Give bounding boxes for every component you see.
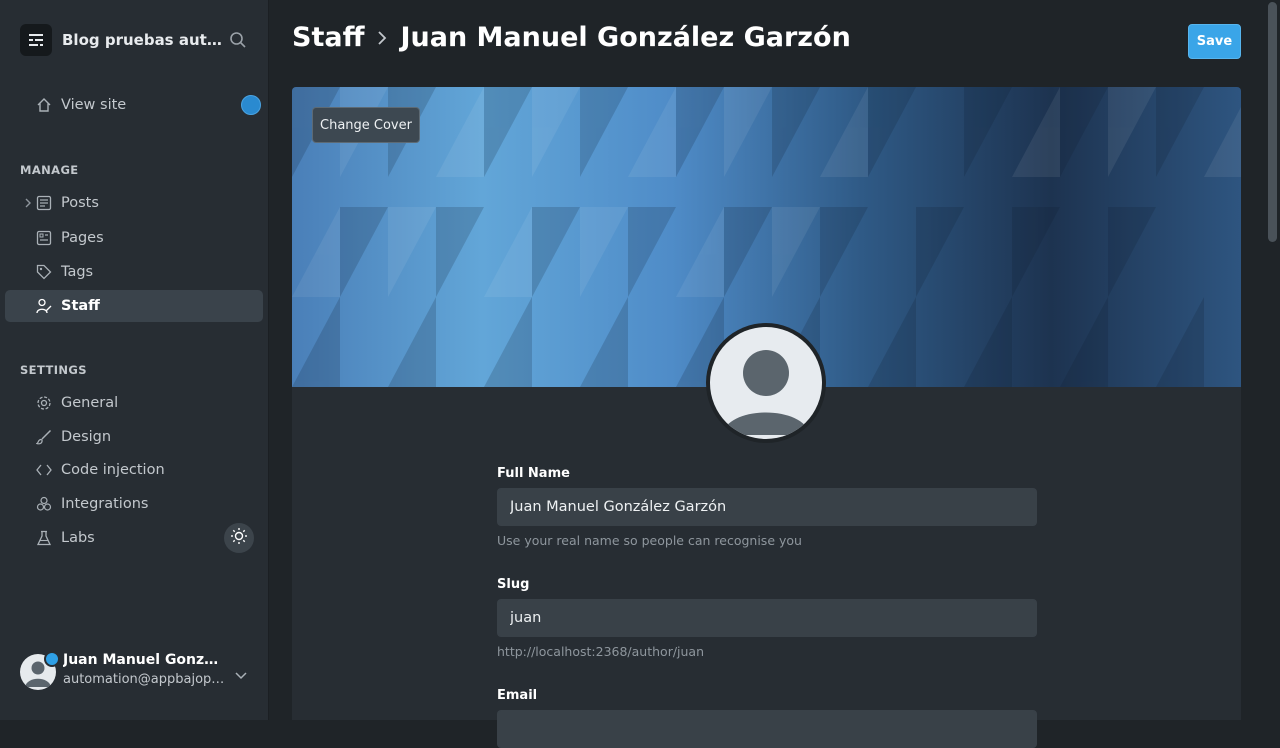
theme-toggle-button[interactable]	[224, 523, 254, 553]
view-site-label: View site	[61, 97, 127, 113]
sidebar-item-label: Code injection	[61, 462, 165, 478]
sidebar-item-design[interactable]: Design	[5, 421, 263, 453]
site-logo-icon	[20, 24, 52, 56]
chevron-right-icon	[376, 29, 388, 47]
sidebar-item-label: Design	[61, 429, 112, 445]
sidebar-item-label: Staff	[61, 298, 100, 314]
search-icon[interactable]	[229, 31, 247, 53]
full-name-input[interactable]	[497, 488, 1037, 526]
slug-url-hint: http://localhost:2368/author/juan	[497, 644, 705, 659]
sidebar-item-integrations[interactable]: Integrations	[5, 488, 263, 520]
full-name-hint: Use your real name so people can recogni…	[497, 533, 802, 548]
page-title: Juan Manuel González Garzón	[400, 22, 851, 53]
code-icon	[36, 462, 52, 478]
sidebar-item-label: Tags	[61, 264, 94, 280]
user-menu[interactable]: Juan Manuel Gonzále... automation@appbaj…	[20, 650, 260, 694]
chevron-down-icon[interactable]	[234, 666, 248, 685]
posts-icon	[36, 195, 52, 211]
sidebar-item-posts[interactable]: Posts	[5, 187, 263, 219]
breadcrumb-staff-link[interactable]: Staff	[292, 22, 364, 53]
view-site-status-dot	[241, 95, 261, 115]
email-input[interactable]	[497, 710, 1037, 748]
user-name: Juan Manuel Gonzále...	[63, 652, 225, 668]
sidebar-item-tags[interactable]: Tags	[5, 256, 263, 288]
slug-input[interactable]	[497, 599, 1037, 637]
sidebar-item-staff[interactable]: Staff	[5, 290, 263, 322]
slug-label: Slug	[497, 577, 530, 592]
integrations-icon	[36, 496, 52, 512]
sidebar: Blog pruebas auto... View site MANAGE Po…	[0, 0, 269, 720]
avatar-placeholder-icon	[710, 327, 822, 439]
sidebar-item-pages[interactable]: Pages	[5, 222, 263, 254]
site-title: Blog pruebas auto...	[62, 31, 222, 49]
email-label: Email	[497, 688, 538, 703]
profile-avatar[interactable]	[706, 323, 826, 443]
sidebar-item-label: Integrations	[61, 496, 149, 512]
staff-icon	[36, 298, 52, 314]
user-email: automation@appbajopru...	[63, 672, 225, 687]
view-site-link[interactable]: View site	[5, 89, 263, 121]
sun-icon	[230, 527, 248, 549]
breadcrumb: Staff Juan Manuel González Garzón	[292, 22, 851, 53]
brush-icon	[35, 429, 52, 445]
manage-section-label: MANAGE	[20, 163, 79, 177]
gear-icon	[36, 395, 52, 411]
chevron-right-icon[interactable]	[24, 197, 32, 213]
sidebar-item-label: General	[61, 395, 119, 411]
flask-icon	[36, 530, 52, 546]
page-scrollbar[interactable]	[1266, 0, 1280, 720]
sidebar-item-label: Pages	[61, 230, 104, 246]
sidebar-item-general[interactable]: General	[5, 387, 263, 419]
brand[interactable]: Blog pruebas auto...	[20, 24, 222, 56]
pages-icon	[36, 230, 52, 246]
sidebar-item-code-injection[interactable]: Code injection	[5, 454, 263, 486]
full-name-label: Full Name	[497, 466, 570, 481]
settings-section-label: SETTINGS	[20, 363, 87, 377]
scrollbar-thumb[interactable]	[1268, 2, 1277, 242]
change-cover-button[interactable]: Change Cover	[312, 107, 420, 143]
sidebar-item-label: Posts	[61, 195, 99, 211]
home-icon	[36, 97, 52, 113]
save-button[interactable]: Save	[1188, 24, 1241, 59]
tag-icon	[36, 264, 52, 280]
sidebar-item-labs[interactable]: Labs	[5, 522, 215, 554]
sidebar-item-label: Labs	[61, 530, 95, 546]
notification-dot	[44, 651, 60, 667]
